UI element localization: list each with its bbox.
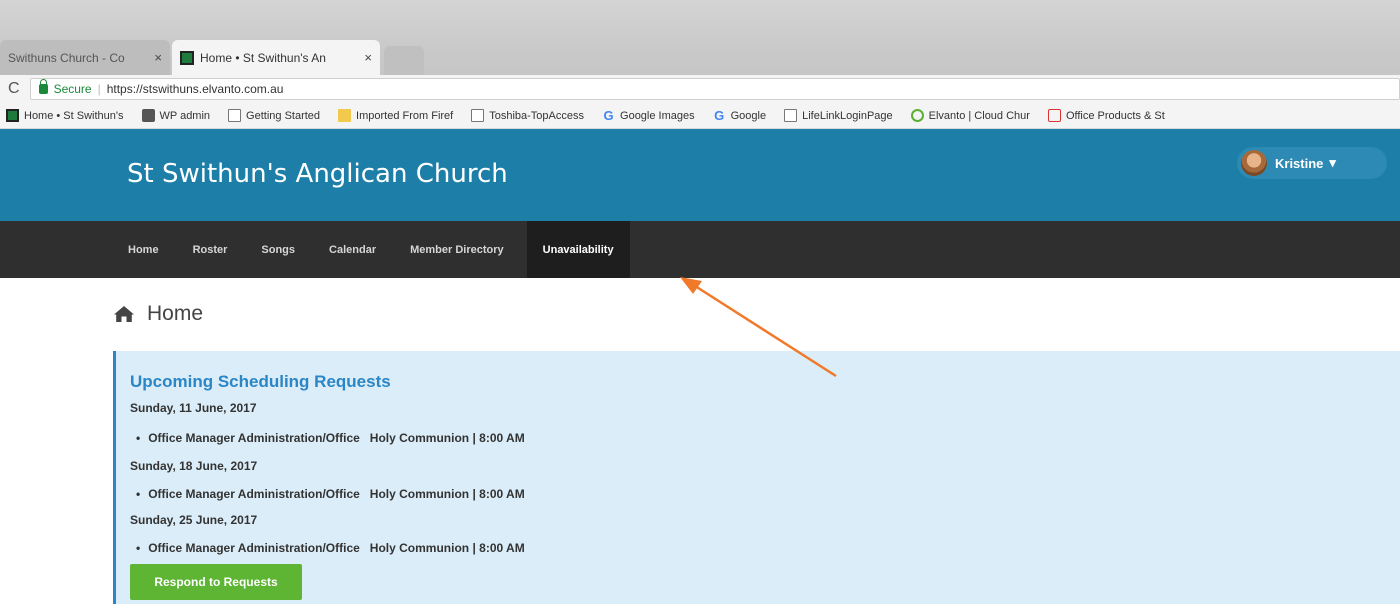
- office-icon: [1047, 109, 1061, 122]
- request-role: Office Manager Administration/Office: [148, 541, 360, 555]
- bookmark-imported[interactable]: Imported From Firef: [338, 109, 453, 122]
- google-icon: G: [714, 108, 725, 123]
- request-date: Sunday, 11 June, 2017: [130, 401, 257, 415]
- nav-item-calendar[interactable]: Calendar: [318, 221, 387, 278]
- bullet: •: [136, 487, 141, 501]
- main-nav: Home Roster Songs Calendar Member Direct…: [0, 221, 1400, 278]
- bookmark-label: Google: [730, 109, 767, 122]
- avatar: [1241, 150, 1267, 176]
- bookmark-label: LifeLinkLoginPage: [802, 109, 893, 122]
- url-input[interactable]: Secure | https://stswithuns.elvanto.com.…: [29, 78, 1400, 100]
- tab-title: Swithuns Church - Co: [8, 50, 125, 65]
- nav-item-unavailability[interactable]: Unavailability: [526, 221, 630, 278]
- request-item: • Office Manager Administration/Office H…: [136, 487, 525, 501]
- bookmark-label: Google Images: [620, 109, 695, 122]
- close-icon[interactable]: ×: [358, 50, 372, 65]
- bookmark-elvanto[interactable]: Elvanto | Cloud Chur: [910, 109, 1030, 122]
- site-title[interactable]: St Swithun's Anglican Church: [127, 159, 508, 189]
- bookmark-wp-admin[interactable]: WP admin: [141, 109, 211, 122]
- request-service: Holy Communion | 8:00 AM: [369, 431, 525, 445]
- bookmark-google[interactable]: G Google: [713, 109, 766, 122]
- bookmark-label: Office Products & St: [1065, 109, 1165, 122]
- request-item: • Office Manager Administration/Office H…: [136, 431, 525, 445]
- page-icon: [784, 109, 798, 122]
- nav-item-home[interactable]: Home: [117, 221, 170, 278]
- close-icon[interactable]: ×: [148, 50, 162, 65]
- address-bar: C Secure | https://stswithuns.elvanto.co…: [0, 75, 1400, 103]
- url-text: https://stswithuns.elvanto.com.au: [106, 82, 284, 96]
- browser-tabstrip: Swithuns Church - Co × Home • St Swithun…: [0, 0, 1400, 75]
- chevron-down-icon: ▾: [1329, 155, 1336, 170]
- bullet: •: [136, 541, 141, 555]
- panel-title[interactable]: Upcoming Scheduling Requests: [130, 372, 391, 392]
- bookmark-getting-started[interactable]: Getting Started: [228, 109, 320, 122]
- url-separator: |: [97, 82, 101, 96]
- bookmark-label: WP admin: [159, 109, 211, 122]
- wordpress-icon: [141, 109, 155, 122]
- bullet: •: [136, 431, 141, 445]
- elvanto-check-icon: [910, 109, 924, 122]
- request-service: Holy Communion | 8:00 AM: [369, 541, 525, 555]
- lock-icon: [38, 79, 48, 94]
- google-icon: G: [603, 108, 614, 123]
- user-menu-button[interactable]: Kristine ▾: [1237, 147, 1387, 179]
- respond-to-requests-button[interactable]: Respond to Requests: [130, 564, 302, 600]
- bookmark-toshiba[interactable]: Toshiba-TopAccess: [471, 109, 584, 122]
- bookmark-label: Elvanto | Cloud Chur: [928, 109, 1030, 122]
- folder-icon: [338, 109, 352, 122]
- site-header: St Swithun's Anglican Church Kristine ▾: [0, 129, 1400, 221]
- secure-label: Secure: [53, 82, 92, 96]
- browser-tab-church[interactable]: Swithuns Church - Co ×: [0, 40, 170, 75]
- new-tab-button[interactable]: [384, 46, 424, 75]
- nav-item-songs[interactable]: Songs: [250, 221, 306, 278]
- browser-tab-home[interactable]: Home • St Swithun's An ×: [172, 40, 380, 75]
- bookmark-label: Imported From Firef: [356, 109, 454, 122]
- tab-title: Home • St Swithun's An: [200, 50, 326, 65]
- reload-icon[interactable]: C: [8, 80, 20, 98]
- bookmark-office-products[interactable]: Office Products & St: [1047, 109, 1165, 122]
- elvanto-favicon-icon: [6, 109, 19, 122]
- page-title: Home: [113, 302, 203, 326]
- request-date: Sunday, 18 June, 2017: [130, 459, 258, 473]
- bookmark-label: Toshiba-TopAccess: [489, 109, 585, 122]
- request-date: Sunday, 25 June, 2017: [130, 513, 258, 527]
- bookmarks-bar: Home • St Swithun's WP admin Getting Sta…: [0, 103, 1400, 129]
- bookmark-lifelink[interactable]: LifeLinkLoginPage: [784, 109, 893, 122]
- home-icon: [114, 306, 134, 322]
- page-icon: [471, 109, 485, 122]
- elvanto-favicon-icon: [180, 50, 194, 65]
- page-icon: [228, 109, 242, 122]
- bookmark-label: Home • St Swithun's: [24, 109, 124, 122]
- scheduling-requests-panel: Upcoming Scheduling Requests Sunday, 11 …: [113, 351, 1400, 604]
- nav-item-member-directory[interactable]: Member Directory: [399, 221, 515, 278]
- nav-item-roster[interactable]: Roster: [182, 221, 239, 278]
- request-role: Office Manager Administration/Office: [148, 431, 360, 445]
- request-role: Office Manager Administration/Office: [148, 487, 360, 501]
- user-name: Kristine: [1275, 155, 1324, 171]
- page-title-text: Home: [147, 302, 204, 325]
- request-service: Holy Communion | 8:00 AM: [369, 487, 525, 501]
- request-item: • Office Manager Administration/Office H…: [136, 541, 525, 555]
- bookmark-label: Getting Started: [246, 109, 321, 122]
- bookmark-home[interactable]: Home • St Swithun's: [6, 109, 124, 122]
- bookmark-google-images[interactable]: G Google Images: [602, 108, 695, 123]
